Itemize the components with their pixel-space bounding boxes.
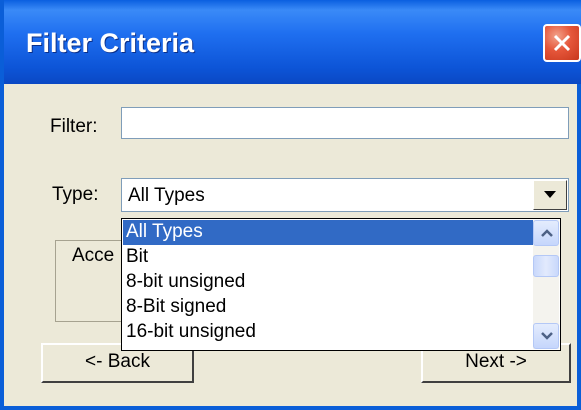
type-option[interactable]: 8-Bit signed bbox=[123, 295, 535, 320]
type-option[interactable]: 16-bit unsigned bbox=[123, 320, 535, 345]
chevron-down-icon bbox=[544, 191, 556, 198]
filter-criteria-dialog: Filter Criteria Filter: Type: All Types … bbox=[0, 0, 581, 410]
type-option[interactable]: All Types bbox=[123, 220, 535, 245]
scroll-thumb[interactable] bbox=[533, 255, 559, 277]
filter-label: Filter: bbox=[50, 116, 98, 137]
type-selected-value: All Types bbox=[128, 185, 205, 206]
scroll-down-button[interactable] bbox=[533, 323, 559, 349]
type-select[interactable]: All Types bbox=[121, 178, 569, 212]
scroll-up-button[interactable] bbox=[533, 220, 559, 246]
close-button[interactable] bbox=[543, 24, 581, 62]
window-title: Filter Criteria bbox=[26, 28, 195, 58]
type-dropdown-button[interactable] bbox=[533, 180, 567, 210]
dropdown-scrollbar[interactable] bbox=[533, 220, 559, 349]
type-option[interactable]: 8-bit unsigned bbox=[123, 270, 535, 295]
type-option[interactable]: Bit bbox=[123, 245, 535, 270]
title-bar[interactable]: Filter Criteria bbox=[4, 0, 581, 84]
close-icon bbox=[553, 34, 571, 52]
chevron-down-icon bbox=[541, 332, 553, 340]
type-label: Type: bbox=[52, 184, 99, 205]
access-group-label: Acce bbox=[70, 245, 117, 267]
chevron-up-icon bbox=[541, 229, 553, 237]
type-dropdown-list[interactable]: All Types Bit 8-bit unsigned 8-Bit signe… bbox=[121, 218, 561, 351]
filter-input[interactable] bbox=[121, 107, 569, 139]
